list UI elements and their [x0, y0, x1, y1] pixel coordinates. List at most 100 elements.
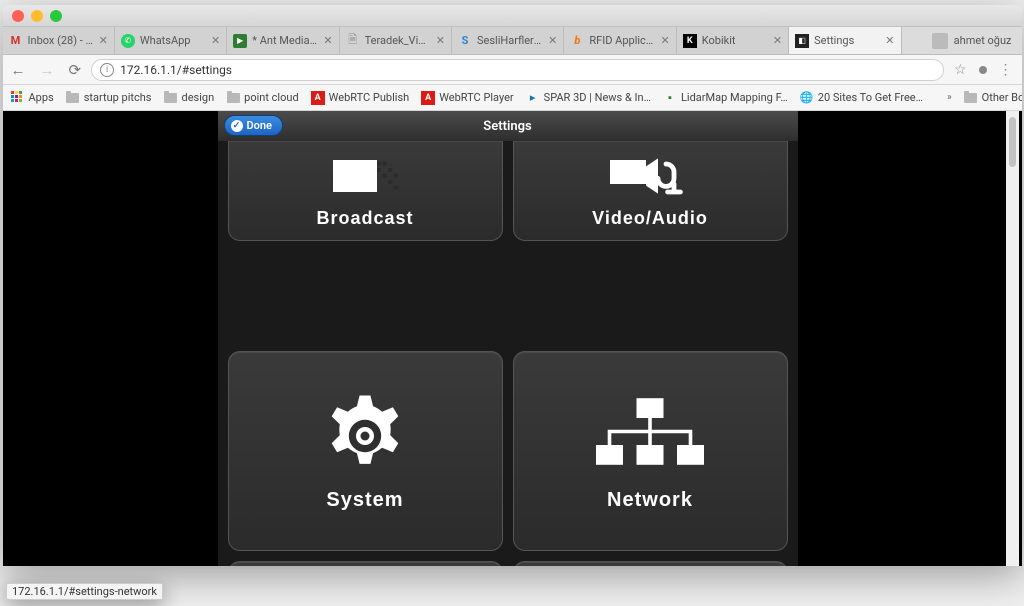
globe-icon: 🌐 [800, 91, 814, 105]
tab-sesliharfler[interactable]: S SesliHarfler Ad ✕ [452, 27, 564, 54]
angular-icon: A [421, 91, 435, 105]
tile-label: Broadcast [316, 208, 413, 229]
tab-teradek[interactable]: 🗎 Teradek_VidiU ✕ [340, 27, 452, 54]
tab-kobikit[interactable]: K Kobikit ✕ [677, 27, 789, 54]
bookmark-star-icon[interactable]: ☆ [954, 62, 967, 78]
tile-broadcast[interactable]: Broadcast [228, 141, 503, 241]
tab-label: WhatsApp [140, 34, 206, 47]
extension-icon[interactable] [979, 66, 987, 74]
settings-title: Settings [483, 119, 531, 134]
tile-record[interactable]: REC [228, 561, 503, 566]
bookmark-label: point cloud [244, 91, 299, 104]
apps-button[interactable]: Apps [11, 91, 54, 105]
antmedia-icon: ▶ [233, 34, 247, 48]
other-bookmarks-label: Other Bookmarks [982, 91, 1022, 104]
close-icon[interactable]: ✕ [885, 34, 894, 47]
check-icon: ✓ [231, 120, 243, 132]
bookmark-20sites[interactable]: 🌐 20 Sites To Get Free… [800, 91, 923, 105]
apps-label: Apps [29, 91, 54, 104]
folder-icon [964, 93, 977, 103]
avatar-icon [932, 33, 948, 49]
network-icon [587, 391, 713, 481]
folder-icon [164, 93, 177, 103]
bookmark-label: startup pitchs [84, 91, 152, 104]
profile-area[interactable]: ahmet oğuz [902, 27, 1022, 54]
status-bar: 172.16.1.1/#settings-network [6, 583, 163, 600]
toolbar: ← → ⟳ i 172.16.1.1/#settings ☆ ⋮ [3, 55, 1022, 85]
folder-icon [66, 93, 79, 103]
address-bar[interactable]: i 172.16.1.1/#settings [91, 59, 944, 81]
tab-inbox[interactable]: M Inbox (28) - ah ✕ [3, 27, 115, 54]
tab-settings[interactable]: ◧ Settings ✕ [789, 27, 901, 54]
folder-icon [227, 93, 240, 103]
tile-label: Video/Audio [592, 208, 708, 229]
tile-system[interactable]: System [228, 351, 503, 551]
close-icon[interactable]: ✕ [323, 34, 332, 47]
gmail-icon: M [9, 34, 23, 48]
done-button[interactable]: ✓ Done [224, 115, 283, 136]
angular-icon: A [311, 91, 325, 105]
broadcast-icon [325, 152, 405, 200]
tile-network[interactable]: Network [513, 351, 788, 551]
k-icon: K [683, 34, 697, 48]
bookmark-folder-pointcloud[interactable]: point cloud [226, 91, 299, 105]
cube-icon: ◧ [795, 34, 809, 48]
bookmark-webrtc-player[interactable]: A WebRTC Player [421, 91, 513, 105]
window-maximize-button[interactable] [50, 10, 62, 22]
menu-icon[interactable]: ⋮ [999, 62, 1014, 78]
tab-rfid[interactable]: b RFID Applicatio ✕ [564, 27, 676, 54]
s-icon: S [458, 34, 472, 48]
bookmark-label: LidarMap Mapping F… [681, 91, 788, 104]
close-icon[interactable]: ✕ [211, 34, 220, 47]
bookmark-label: 20 Sites To Get Free… [818, 91, 923, 104]
other-bookmarks[interactable]: Other Bookmarks [964, 91, 1022, 105]
tab-strip: M Inbox (28) - ah ✕ ✆ WhatsApp ✕ ▶ * Ant… [3, 27, 1022, 55]
bookmark-label: WebRTC Player [439, 91, 513, 104]
tab-label: Kobikit [702, 34, 768, 47]
titlebar [3, 5, 1022, 27]
tab-label: * Ant Media | T [252, 34, 318, 47]
tab-label: Teradek_VidiU [365, 34, 431, 47]
close-icon[interactable]: ✕ [773, 34, 782, 47]
site-info-icon[interactable]: i [100, 63, 114, 77]
bookmark-folder-startup[interactable]: startup pitchs [66, 91, 152, 105]
bookmark-label: WebRTC Publish [329, 91, 410, 104]
back-button[interactable]: ← [11, 61, 26, 79]
scrollbar[interactable] [1006, 111, 1019, 566]
tile-label: System [326, 489, 403, 512]
bookmark-spar3d[interactable]: ▸ SPAR 3D | News & In… [526, 91, 651, 105]
doc-icon: 🗎 [346, 34, 360, 48]
tab-label: Inbox (28) - ah [28, 34, 94, 47]
tile-cloud[interactable] [513, 561, 788, 566]
forward-button[interactable]: → [40, 61, 55, 79]
profile-name: ahmet oğuz [954, 34, 1012, 47]
settings-tiles: Broadcast Video/Audio [218, 141, 798, 566]
close-icon[interactable]: ✕ [661, 34, 670, 47]
tab-label: RFID Applicatio [589, 34, 655, 47]
whatsapp-icon: ✆ [121, 34, 135, 48]
tab-label: SesliHarfler Ad [477, 34, 543, 47]
apps-grid-icon [11, 91, 25, 105]
close-icon[interactable]: ✕ [436, 34, 445, 47]
gear-icon [320, 391, 410, 481]
window-minimize-button[interactable] [31, 10, 43, 22]
reload-button[interactable]: ⟳ [69, 61, 82, 79]
done-label: Done [247, 119, 272, 132]
spar-icon: ▸ [526, 91, 540, 105]
page-viewport: ✓ Done Settings Broadcast [3, 111, 1022, 566]
close-icon[interactable]: ✕ [99, 34, 108, 47]
tab-whatsapp[interactable]: ✆ WhatsApp ✕ [115, 27, 227, 54]
bookmark-lidarmap[interactable]: ▪ LidarMap Mapping F… [663, 91, 788, 105]
browser-window: M Inbox (28) - ah ✕ ✆ WhatsApp ✕ ▶ * Ant… [3, 5, 1022, 566]
lidar-icon: ▪ [663, 91, 677, 105]
bookmarks-overflow-icon[interactable]: » [947, 92, 952, 103]
bookmark-label: SPAR 3D | News & In… [544, 91, 651, 104]
bookmark-webrtc-publish[interactable]: A WebRTC Publish [311, 91, 410, 105]
window-close-button[interactable] [12, 10, 24, 22]
bookmark-folder-design[interactable]: design [164, 91, 215, 105]
video-audio-icon [602, 152, 698, 200]
tab-antmedia[interactable]: ▶ * Ant Media | T ✕ [227, 27, 339, 54]
device-settings-page: ✓ Done Settings Broadcast [218, 111, 798, 566]
close-icon[interactable]: ✕ [548, 34, 557, 47]
tile-video-audio[interactable]: Video/Audio [513, 141, 788, 241]
